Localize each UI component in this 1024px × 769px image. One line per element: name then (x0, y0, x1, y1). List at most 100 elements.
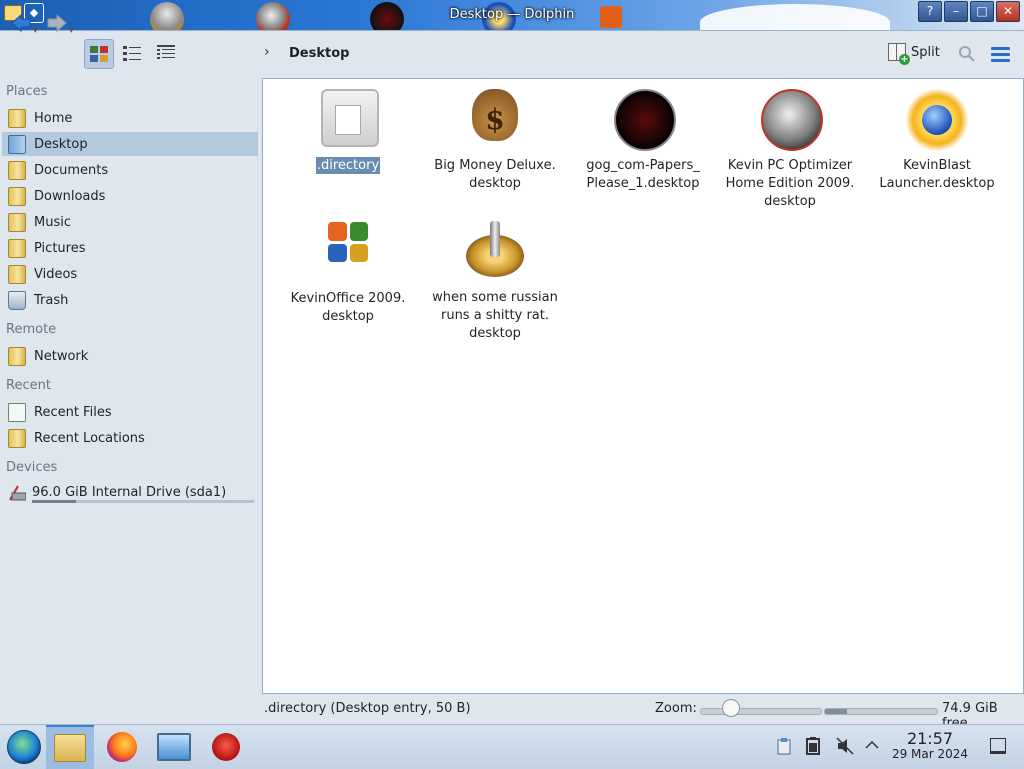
sidebar-item-label: Trash (34, 292, 69, 308)
window-title: Desktop — Dolphin (449, 7, 575, 22)
status-bar: .directory (Desktop entry, 50 B) Zoom: 7… (262, 696, 1024, 731)
forward-dropdown-icon[interactable]: ▼ (69, 26, 74, 34)
search-icon[interactable] (958, 45, 975, 62)
free-space-bar (824, 708, 938, 715)
file-name-line: when some russian (432, 290, 558, 305)
file-name-line: runs a shitty rat. (440, 308, 549, 323)
sidebar-item-label: Network (34, 348, 89, 364)
file-item[interactable]: when some russian runs a shitty rat. des… (425, 211, 565, 343)
sidebar-item-label: Videos (34, 266, 78, 282)
file-name-line: Kevin PC Optimizer (727, 158, 853, 173)
hamburger-menu-icon[interactable] (991, 47, 1010, 65)
remote-header: Remote (6, 322, 57, 337)
split-button[interactable]: + Split (888, 43, 940, 65)
file-item[interactable]: KevinBlast Launcher.desktop (867, 79, 1007, 193)
file-item[interactable]: gog_com-Papers_ Please_1.desktop (573, 79, 713, 193)
sidebar-item-label: Desktop (34, 136, 88, 152)
battery-icon[interactable] (806, 737, 822, 755)
drive-usage-fill (32, 500, 77, 503)
network-folder-icon (8, 346, 26, 366)
devices-header: Devices (6, 460, 58, 475)
file-item[interactable]: $ Big Money Deluxe. desktop (425, 79, 565, 193)
hard-drive-icon (8, 484, 27, 501)
taskbar-red-app[interactable] (202, 725, 250, 769)
recent-header: Recent (6, 378, 51, 393)
sidebar-item-music[interactable]: Music (2, 210, 258, 234)
sidebar-item-label: Music (34, 214, 71, 230)
sidebar-item-pictures[interactable]: Pictures (2, 236, 258, 260)
file-name-line: KevinBlast (903, 158, 971, 173)
details-view-button[interactable] (152, 39, 180, 67)
globe-burst-icon (906, 89, 968, 151)
chevron-up-icon[interactable] (864, 737, 880, 753)
sidebar-item-downloads[interactable]: Downloads (2, 184, 258, 208)
file-name-line: Launcher.desktop (879, 176, 995, 191)
icons-view-icon (90, 46, 108, 62)
file-name-line: KevinOffice 2009. (290, 291, 406, 306)
split-label: Split (911, 44, 940, 60)
desktop-icon (8, 134, 26, 154)
clock-date[interactable]: 29 Mar 2024 (890, 747, 970, 761)
muted-speaker-icon[interactable] (836, 737, 854, 755)
sidebar-item-home[interactable]: Home (2, 106, 258, 130)
trash-icon (8, 290, 26, 310)
sidebar-item-label: 96.0 GiB Internal Drive (sda1) (32, 484, 227, 500)
window-titlebar[interactable]: ◆ Desktop — Dolphin ? – □ ✕ (0, 0, 1024, 31)
sidebar-item-trash[interactable]: Trash (2, 288, 258, 312)
zoom-label: Zoom: (655, 701, 697, 716)
file-item[interactable]: .directory (278, 79, 418, 175)
start-orb-icon (7, 730, 41, 764)
selection-info: .directory (Desktop entry, 50 B) (264, 701, 471, 716)
gear-pin-icon (464, 221, 526, 283)
sidebar-item-recent-locations[interactable]: Recent Locations (2, 426, 258, 450)
recent-locations-icon (8, 428, 26, 448)
show-desktop-icon[interactable] (990, 738, 1006, 754)
red-app-icon (212, 733, 240, 761)
file-name-line: Home Edition 2009. (725, 176, 855, 191)
close-button[interactable]: ✕ (996, 1, 1020, 22)
minimize-button[interactable]: – (944, 1, 968, 22)
file-item[interactable]: KevinOffice 2009. desktop (278, 211, 418, 326)
music-folder-icon (8, 212, 26, 232)
free-space-fill (825, 709, 848, 714)
zoom-slider-handle[interactable] (722, 699, 740, 717)
split-view-icon: + (888, 43, 910, 65)
papers-please-icon (612, 89, 676, 151)
back-dropdown-icon[interactable]: ▼ (33, 26, 38, 34)
sidebar-item-videos[interactable]: Videos (2, 262, 258, 286)
icons-view-button[interactable] (84, 39, 114, 69)
file-item[interactable]: Kevin PC Optimizer Home Edition 2009. de… (720, 79, 860, 211)
sidebar-item-label: Home (34, 110, 73, 126)
maximize-button[interactable]: □ (970, 1, 994, 22)
breadcrumb[interactable]: Desktop (289, 46, 349, 61)
sidebar-item-desktop[interactable]: Desktop (2, 132, 258, 156)
clock-time[interactable]: 21:57 (900, 729, 960, 748)
start-button[interactable] (0, 725, 48, 769)
sidebar-item-network[interactable]: Network (2, 344, 258, 368)
money-bag-icon: $ (464, 89, 526, 151)
back-button[interactable]: ▼ (10, 8, 38, 38)
zoom-slider-track[interactable] (700, 708, 822, 715)
compact-view-icon (123, 46, 141, 61)
sidebar-item-documents[interactable]: Documents (2, 158, 258, 182)
breadcrumb-chevron-icon[interactable]: › (264, 44, 270, 60)
taskbar-system-monitor[interactable] (150, 725, 198, 769)
videos-folder-icon (8, 264, 26, 284)
compact-view-button[interactable] (118, 39, 146, 67)
pictures-folder-icon (8, 238, 26, 258)
file-name-line: Please_1.desktop (586, 176, 700, 191)
sidebar-item-recent-files[interactable]: Recent Files (2, 400, 258, 424)
taskbar-firefox[interactable] (98, 725, 146, 769)
file-name-line: desktop (764, 194, 816, 209)
help-button[interactable]: ? (918, 1, 942, 22)
file-name-line: desktop (322, 309, 374, 324)
taskbar-file-manager[interactable] (46, 725, 94, 769)
file-view[interactable]: .directory $ Big Money Deluxe. desktop g… (262, 78, 1024, 694)
forward-button[interactable]: ▼ (46, 8, 74, 38)
clipboard-icon[interactable] (776, 737, 792, 755)
firefox-icon (107, 732, 137, 762)
recent-files-icon (8, 402, 26, 422)
downloads-folder-icon (8, 186, 26, 206)
office-icon (317, 222, 379, 284)
system-monitor-icon (157, 733, 191, 761)
